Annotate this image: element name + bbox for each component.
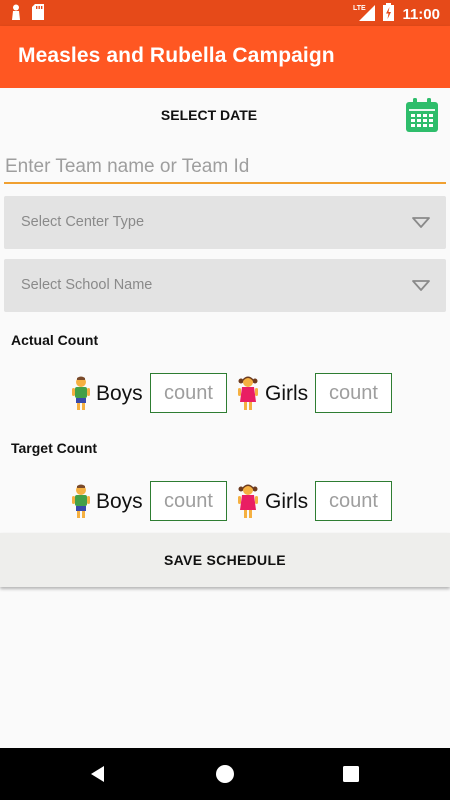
save-schedule-label: SAVE SCHEDULE (164, 552, 286, 568)
target-girls-count-input[interactable] (315, 481, 392, 521)
actual-count-label: Actual Count (11, 332, 99, 348)
recents-icon[interactable] (339, 762, 363, 786)
status-time: 11:00 (402, 5, 440, 23)
school-name-label: Select School Name (21, 277, 153, 293)
actual-boys-count-input[interactable] (150, 373, 227, 413)
back-icon[interactable] (86, 762, 110, 786)
select-date-label[interactable]: SELECT DATE (0, 107, 418, 123)
notification-icon (10, 4, 22, 25)
team-name-input[interactable] (4, 152, 446, 184)
boy-icon (71, 484, 91, 520)
save-schedule-button[interactable]: SAVE SCHEDULE (0, 533, 450, 587)
actual-count-row: Boys Girls (0, 373, 450, 415)
sd-card-icon (32, 4, 44, 25)
app-title: Measles and Rubella Campaign (18, 44, 335, 67)
actual-girls-count-input[interactable] (315, 373, 392, 413)
center-type-label: Select Center Type (21, 214, 145, 230)
boys-label: Boys (96, 382, 143, 405)
lte-signal-icon: LTE (353, 3, 376, 26)
girl-icon (238, 484, 258, 520)
target-count-row: Boys Girls (0, 481, 450, 523)
status-bar: LTE 11:00 (0, 0, 450, 26)
battery-charging-icon (383, 3, 395, 26)
svg-text:LTE: LTE (353, 5, 366, 12)
app-bar: Measles and Rubella Campaign (0, 26, 450, 88)
school-name-dropdown[interactable]: Select School Name (4, 259, 446, 312)
chevron-down-icon (412, 279, 430, 291)
girl-icon (238, 376, 258, 412)
girls-label: Girls (265, 490, 309, 513)
chevron-down-icon (412, 216, 430, 228)
navigation-bar (0, 748, 450, 800)
select-date-row: SELECT DATE (0, 88, 450, 144)
target-count-label: Target Count (11, 440, 98, 456)
schedule-form: SELECT DATE Select Center Type Select Sc… (0, 88, 450, 748)
home-icon[interactable] (213, 762, 237, 786)
boys-label: Boys (96, 490, 143, 513)
target-boys-count-input[interactable] (150, 481, 227, 521)
girls-label: Girls (265, 382, 309, 405)
center-type-dropdown[interactable]: Select Center Type (4, 196, 446, 249)
calendar-icon[interactable] (406, 98, 438, 132)
boy-icon (71, 376, 91, 412)
